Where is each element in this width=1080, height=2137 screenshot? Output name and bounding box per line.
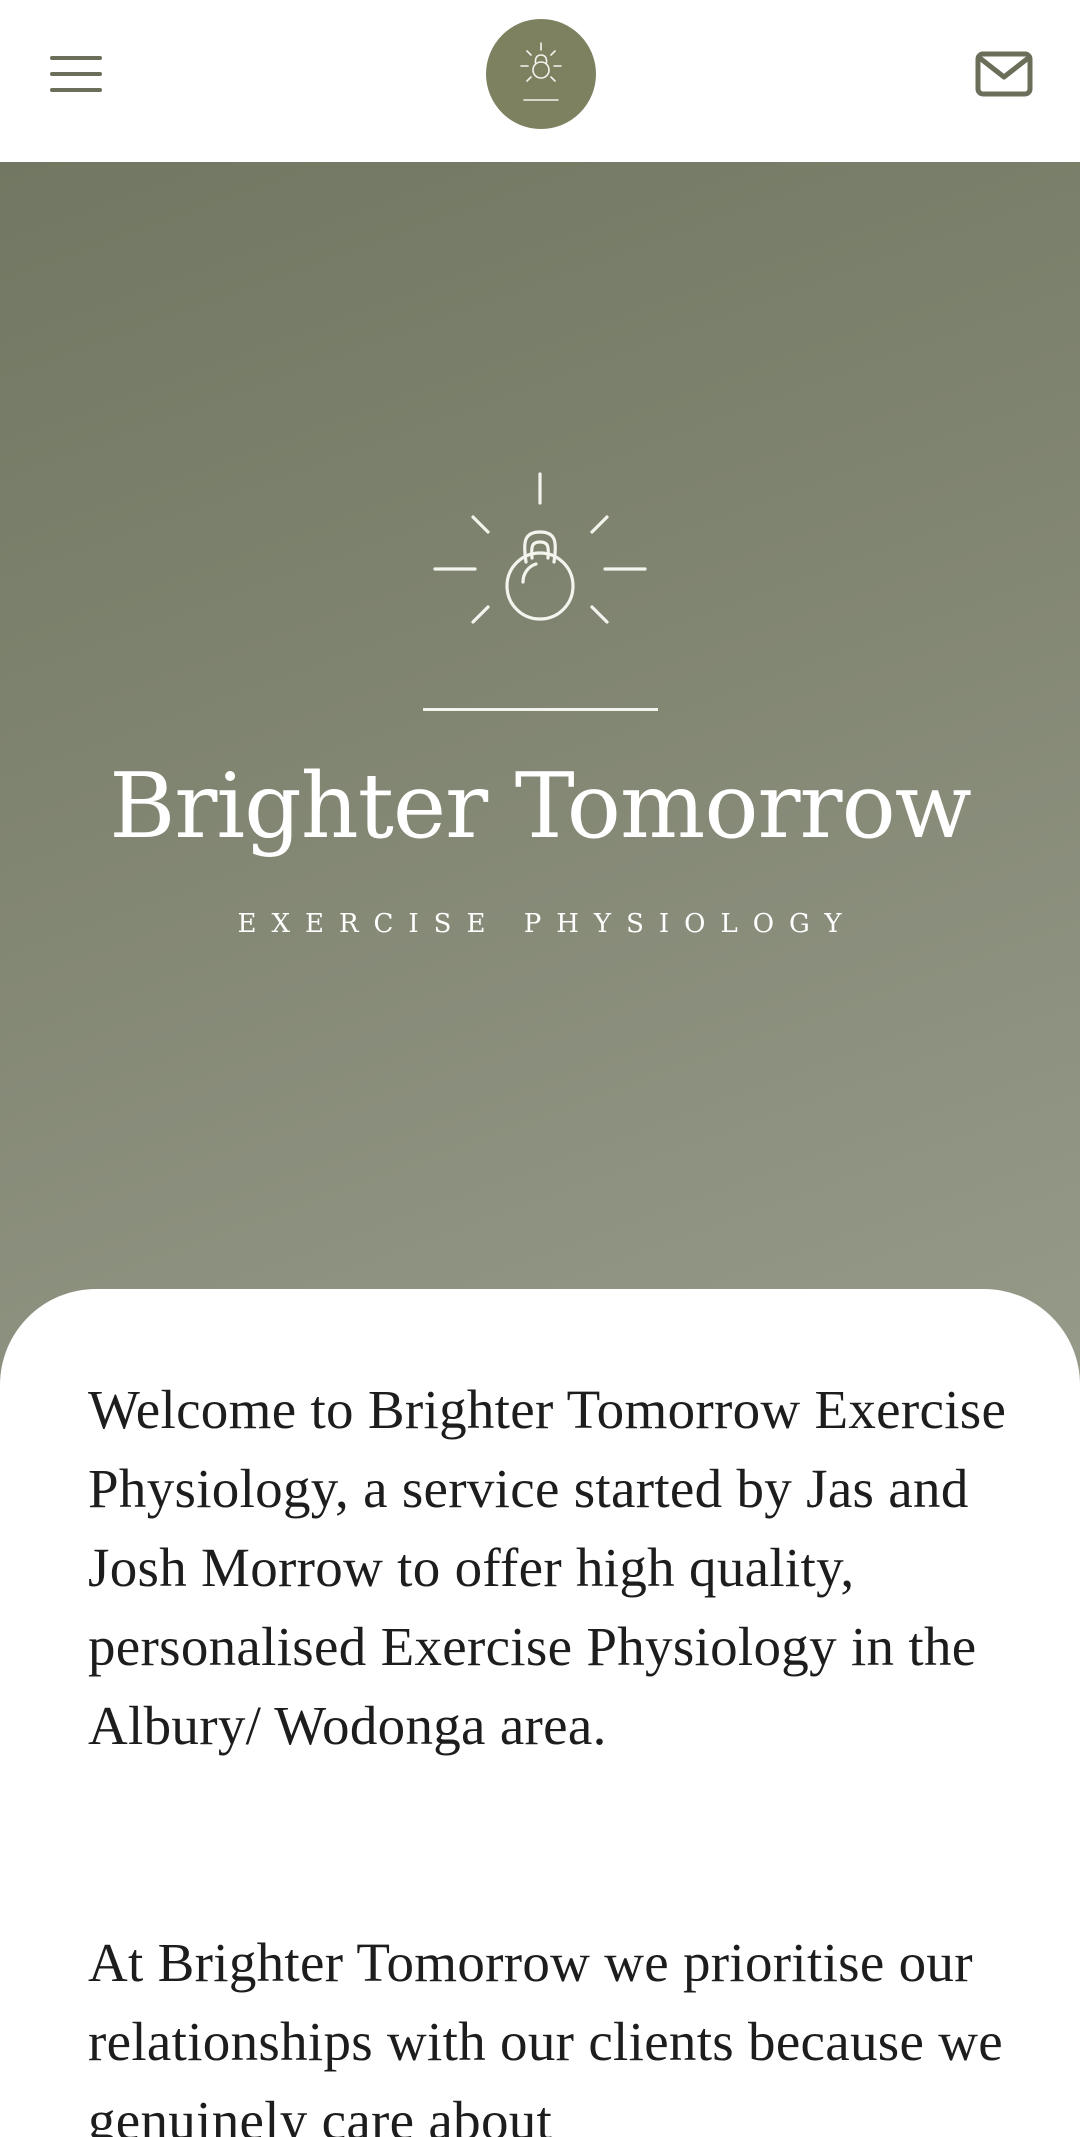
kettlebell-icon bbox=[433, 472, 647, 624]
relationships-paragraph: At Brighter Tomorrow we prioritise our r… bbox=[88, 1932, 1003, 2137]
hamburger-menu-icon[interactable] bbox=[50, 54, 102, 94]
top-header bbox=[0, 0, 1080, 162]
welcome-paragraph: Welcome to Brighter Tomorrow Exercise Ph… bbox=[88, 1379, 1007, 1756]
hero-divider bbox=[423, 708, 658, 711]
hero-subtitle: EXERCISE PHYSIOLOGY bbox=[237, 909, 857, 939]
mail-envelope-icon bbox=[975, 51, 1033, 97]
kettlebell-sun-logo-icon bbox=[520, 42, 562, 101]
mail-icon[interactable] bbox=[975, 51, 1033, 97]
hero-title: Brighter Tomorrow bbox=[109, 754, 972, 859]
hero-banner: Brighter Tomorrow EXERCISE PHYSIOLOGY bbox=[0, 162, 1080, 1392]
logo-badge[interactable] bbox=[486, 19, 596, 129]
